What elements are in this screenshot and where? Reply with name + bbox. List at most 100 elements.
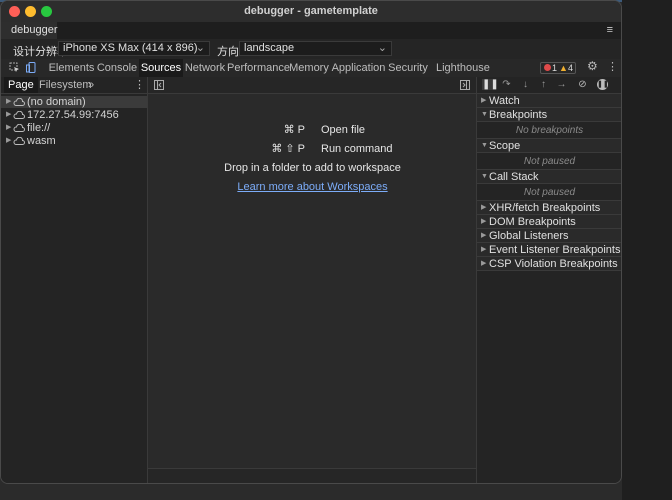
device-toolbar-icon[interactable] [26,62,37,73]
section-dom-breakpoints[interactable]: ▶ DOM Breakpoints [477,215,621,229]
expand-arrow-icon[interactable]: ▶ [6,135,11,147]
section-csp-violation-breakpoints[interactable]: ▶ CSP Violation Breakpoints [477,257,621,271]
collapse-arrow-icon: ▼ [481,111,488,118]
tab-lighthouse[interactable]: Lighthouse [436,59,490,77]
orientation-select-value: landscape [244,42,295,54]
pause-icon[interactable]: ❚❚ [482,79,499,90]
warning-count: 4 [568,63,574,73]
collapse-arrow-icon: ▼ [481,142,488,149]
devtools-toolbar: Elements Console Sources Network Perform… [1,59,621,78]
cloud-icon [13,111,25,119]
orientation-select[interactable]: landscape ⌄ [239,41,392,56]
expand-arrow-icon: ▶ [481,246,487,253]
inspect-element-icon[interactable] [9,62,20,73]
debugger-toolbar: ❚❚ ↷ ↓ ↑ → ⊘ ❚❚ [477,77,621,94]
tab-performance[interactable]: Performance [227,59,290,77]
section-title: XHR/fetch Breakpoints [489,202,601,214]
tab-elements[interactable]: Elements [48,59,95,77]
section-title: CSP Violation Breakpoints [489,258,618,270]
chevron-down-icon: ⌄ [377,42,387,54]
more-tabs-icon[interactable]: » [88,77,98,93]
section-breakpoints[interactable]: ▼ Breakpoints [477,108,621,122]
tab-page[interactable]: Page [4,77,38,93]
navigator-tabs: Page Filesystem » ⋮ [1,77,147,94]
section-title: DOM Breakpoints [489,216,576,228]
tab-memory[interactable]: Memory [287,59,331,77]
title-bar: debugger - gametemplate [1,1,621,23]
warning-icon: ▲ [559,63,568,73]
desktop-background-right [622,0,672,500]
tree-item-label: wasm [27,135,56,147]
shortcut-open-file: ⌘ P Open file [148,123,477,137]
app-window: debugger - gametemplate debugger ≡ 设计分辨率… [0,0,622,484]
expand-arrow-icon: ▶ [481,97,487,104]
step-over-icon[interactable]: ↷ [501,79,512,90]
collapse-arrow-icon: ▼ [481,173,488,180]
learn-workspaces-link[interactable]: Learn more about Workspaces [237,181,387,193]
editor-status-bar [148,468,476,483]
tab-debugger[interactable]: debugger [1,22,58,39]
section-title: Breakpoints [489,109,548,121]
call-stack-status-text: Not paused [477,184,621,201]
tree-item-label: file:// [27,122,51,134]
tab-security[interactable]: Security [386,59,430,77]
tree-item-wasm[interactable]: ▶ wasm [1,135,147,147]
section-watch[interactable]: ▶ Watch [477,94,621,108]
expand-arrow-icon: ▶ [481,232,487,239]
editor-toolbar [148,77,476,94]
shortcut-label: Open file [321,124,366,136]
step-icon[interactable]: → [556,79,567,90]
navigator-menu-icon[interactable]: ⋮ [134,77,145,93]
cloud-icon [13,98,25,106]
tab-network[interactable]: Network [183,59,227,77]
error-icon [544,64,551,71]
pause-on-exceptions-icon[interactable]: ❚❚ [597,79,609,90]
toggle-debugger-icon[interactable] [460,80,470,90]
section-xhr-breakpoints[interactable]: ▶ XHR/fetch Breakpoints [477,201,621,215]
chevron-down-icon: ⌄ [195,42,205,54]
cloud-icon [13,137,25,145]
deactivate-breakpoints-icon[interactable]: ⊘ [577,79,588,90]
device-select-value: iPhone XS Max (414 x 896) [63,42,198,54]
more-options-icon[interactable]: ⋮ [607,62,618,73]
tab-filesystem[interactable]: Filesystem [39,77,92,93]
issues-counter[interactable]: 1 ▲ 4 [540,62,576,74]
section-event-listener-breakpoints[interactable]: ▶ Event Listener Breakpoints [477,243,621,257]
editor-pane: ⌘ P Open file ⌘ ⇧ P Run command Drop in … [148,77,477,483]
tree-item-label: (no domain) [27,96,86,108]
settings-gear-icon[interactable]: ⚙ [587,60,598,72]
section-title: Scope [489,140,521,152]
orientation-label: 方向 [217,46,239,58]
expand-arrow-icon: ▶ [481,204,487,211]
expand-arrow-icon[interactable]: ▶ [6,96,11,108]
error-count: 1 [552,63,558,73]
tree-item-host[interactable]: ▶ 172.27.54.99:7456 [1,109,147,121]
tab-application[interactable]: Application [331,59,386,77]
breakpoints-empty-text: No breakpoints [477,122,621,139]
shortcut-keys: ⌘ ⇧ P [271,143,305,155]
workspace-drop-text: Drop in a folder to add to workspace [224,162,401,174]
expand-arrow-icon: ▶ [481,218,487,225]
section-title: Watch [489,95,520,107]
expand-arrow-icon[interactable]: ▶ [6,109,11,121]
section-global-listeners[interactable]: ▶ Global Listeners [477,229,621,243]
debugger-sidebar: ❚❚ ↷ ↓ ↑ → ⊘ ❚❚ ▶ Watch ▼ Breakpoints No… [477,77,621,483]
step-into-icon[interactable]: ↓ [520,79,531,90]
shortcut-label: Run command [321,143,393,155]
tab-sources[interactable]: Sources [139,59,183,77]
section-scope[interactable]: ▼ Scope [477,139,621,153]
sources-navigator: Page Filesystem » ⋮ ▶ (no domain) ▶ 172.… [1,77,148,483]
shortcut-run-command: ⌘ ⇧ P Run command [148,142,477,156]
app-tab-bar: debugger ≡ [1,22,621,40]
tree-item-no-domain[interactable]: ▶ (no domain) [1,96,147,108]
device-select[interactable]: iPhone XS Max (414 x 896) ⌄ [58,41,210,56]
section-title: Global Listeners [489,230,569,242]
tree-item-file[interactable]: ▶ file:// [1,122,147,134]
expand-arrow-icon[interactable]: ▶ [6,122,11,134]
tab-console[interactable]: Console [95,59,139,77]
menu-icon[interactable]: ≡ [607,24,613,36]
toggle-navigator-icon[interactable] [154,80,164,90]
scope-status-text: Not paused [477,153,621,170]
section-call-stack[interactable]: ▼ Call Stack [477,170,621,184]
step-out-icon[interactable]: ↑ [538,79,549,90]
